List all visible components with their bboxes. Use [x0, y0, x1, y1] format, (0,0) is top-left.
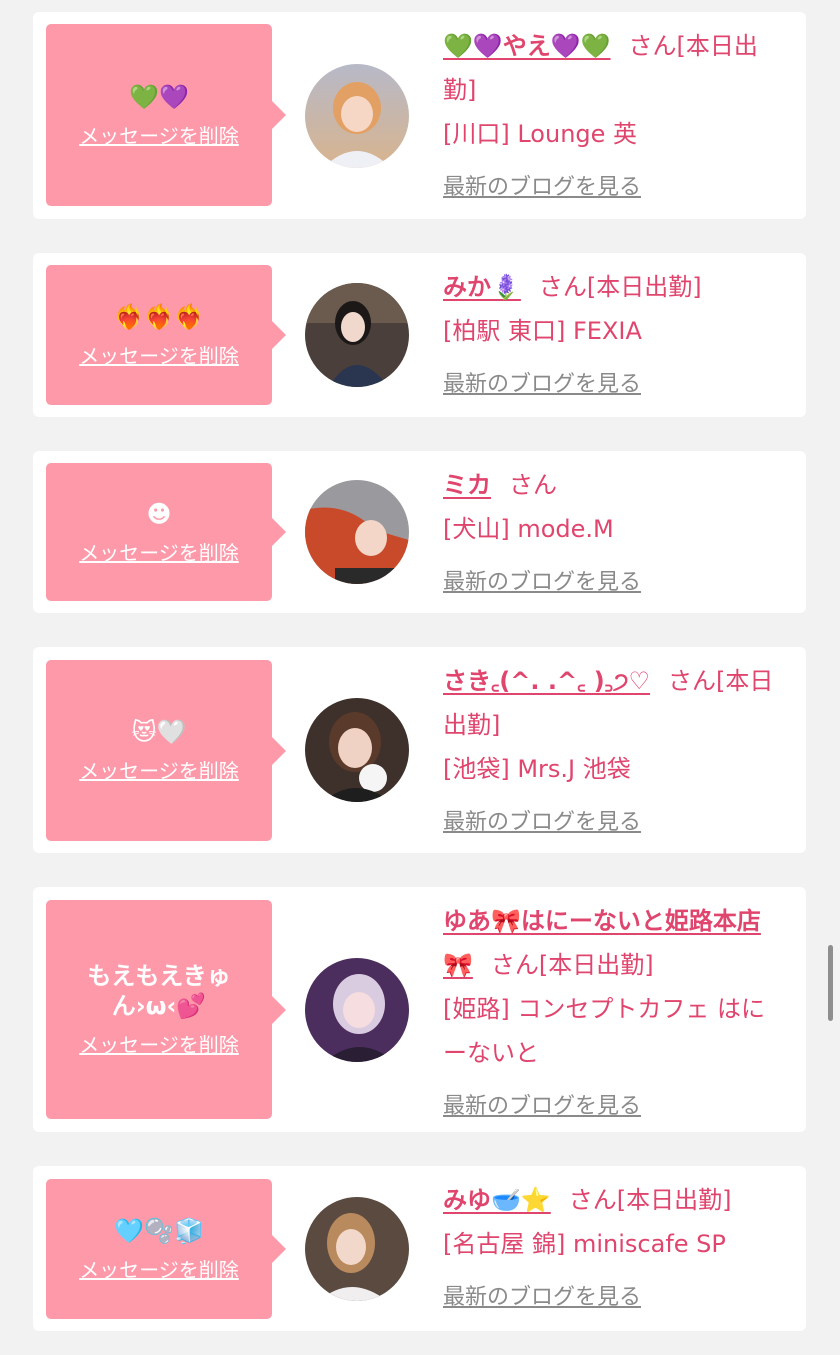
message-card: もえもえきゅん›ω‹💕 メッセージを削除 ゆあ🎀はにーないと姫路本店🎀 さん[本日…	[33, 887, 806, 1132]
avatar[interactable]	[305, 283, 409, 387]
message-text: 🩵🫧🧊	[114, 1216, 204, 1245]
message-bubble: もえもえきゅん›ω‹💕 メッセージを削除	[46, 900, 286, 1119]
message-text: もえもえきゅん›ω‹💕	[87, 962, 231, 1020]
name-line: さき꜀(^. .^꜀ )꜆੭♡ さん[本日出勤]	[443, 659, 788, 747]
avatar[interactable]	[305, 480, 409, 584]
scrollbar[interactable]	[828, 945, 833, 1021]
shop-name: [名古屋 錦] miniscafe SP	[443, 1230, 726, 1258]
info: ミカ さん [犬山] mode.M 最新のブログを見る	[443, 463, 788, 605]
latest-blog-link[interactable]: 最新のブログを見る	[443, 363, 641, 407]
message-text: ☻	[146, 499, 172, 528]
message-bubble: 💚💜 メッセージを削除	[46, 24, 286, 206]
name-line: ミカ さん	[443, 463, 788, 507]
name-line: みか🪻 さん[本日出勤]	[443, 265, 788, 309]
shop-name: [姫路] コンセプトカフェ はにーないと	[443, 995, 765, 1067]
info: さき꜀(^. .^꜀ )꜆੭♡ さん[本日出勤] [池袋] Mrs.J 池袋 最新…	[443, 659, 788, 845]
shop-name: [池袋] Mrs.J 池袋	[443, 755, 631, 783]
avatar[interactable]	[305, 1197, 409, 1301]
message-bubble: 😻🤍 メッセージを削除	[46, 660, 286, 841]
name-line: 💚💜やえ💜💚 さん[本日出勤]	[443, 24, 788, 112]
message-text: ❤️‍🔥❤️‍🔥❤️‍🔥	[114, 302, 204, 331]
message-bubble: ❤️‍🔥❤️‍🔥❤️‍🔥 メッセージを削除	[46, 265, 286, 405]
info: 💚💜やえ💜💚 さん[本日出勤] [川口] Lounge 英 最新のブログを見る	[443, 24, 788, 210]
delete-message-link[interactable]: メッセージを削除	[79, 1254, 239, 1283]
latest-blog-link[interactable]: 最新のブログを見る	[443, 1276, 641, 1320]
delete-message-link[interactable]: メッセージを削除	[79, 120, 239, 149]
girl-name-link[interactable]: みゆ🥣⭐️	[443, 1186, 551, 1214]
info: みか🪻 さん[本日出勤] [柏駅 東口] FEXIA 最新のブログを見る	[443, 265, 788, 407]
message-card: ❤️‍🔥❤️‍🔥❤️‍🔥 メッセージを削除 みか🪻 さん[本日出勤] [柏駅 東口…	[33, 253, 806, 417]
message-text: 💚💜	[129, 82, 189, 111]
delete-message-link[interactable]: メッセージを削除	[79, 755, 239, 784]
message-card: 🩵🫧🧊 メッセージを削除 みゆ🥣⭐️ さん[本日出勤] [名古屋 錦] minis…	[33, 1166, 806, 1331]
avatar[interactable]	[305, 698, 409, 802]
delete-message-link[interactable]: メッセージを削除	[79, 340, 239, 369]
girl-name-link[interactable]: 💚💜やえ💜💚	[443, 32, 611, 60]
name-suffix: さん[本日出勤]	[538, 273, 702, 301]
name-suffix: さん[本日出勤]	[490, 951, 654, 979]
name-suffix: さん[本日出勤]	[568, 1186, 732, 1214]
delete-message-link[interactable]: メッセージを削除	[79, 537, 239, 566]
message-card: 😻🤍 メッセージを削除 さき꜀(^. .^꜀ )꜆੭♡ さん[本日出勤] [池袋]…	[33, 647, 806, 853]
avatar[interactable]	[305, 958, 409, 1062]
name-line: ゆあ🎀はにーないと姫路本店🎀 さん[本日出勤]	[443, 899, 788, 987]
message-card: 💚💜 メッセージを削除 💚💜やえ💜💚 さん[本日出勤] [川口] Lounge 英…	[33, 12, 806, 219]
message-text: 😻🤍	[131, 718, 187, 746]
info: ゆあ🎀はにーないと姫路本店🎀 さん[本日出勤] [姫路] コンセプトカフェ はにー…	[443, 899, 788, 1129]
info: みゆ🥣⭐️ さん[本日出勤] [名古屋 錦] miniscafe SP 最新のブロ…	[443, 1178, 788, 1320]
girl-name-link[interactable]: さき꜀(^. .^꜀ )꜆੭♡	[443, 667, 650, 695]
shop-name: [柏駅 東口] FEXIA	[443, 317, 642, 345]
avatar[interactable]	[305, 64, 409, 168]
girl-name-link[interactable]: みか🪻	[443, 273, 521, 301]
name-suffix: さん	[509, 471, 557, 499]
latest-blog-link[interactable]: 最新のブログを見る	[443, 1085, 641, 1129]
latest-blog-link[interactable]: 最新のブログを見る	[443, 561, 641, 605]
girl-name-link[interactable]: ミカ	[443, 471, 491, 499]
shop-name: [川口] Lounge 英	[443, 120, 638, 148]
latest-blog-link[interactable]: 最新のブログを見る	[443, 801, 641, 845]
name-line: みゆ🥣⭐️ さん[本日出勤]	[443, 1178, 788, 1222]
delete-message-link[interactable]: メッセージを削除	[79, 1029, 239, 1058]
shop-name: [犬山] mode.M	[443, 515, 614, 543]
message-card: ☻ メッセージを削除 ミカ さん [犬山] mode.M 最新のブログを見る	[33, 451, 806, 613]
latest-blog-link[interactable]: 最新のブログを見る	[443, 166, 641, 210]
message-bubble: 🩵🫧🧊 メッセージを削除	[46, 1179, 286, 1319]
message-bubble: ☻ メッセージを削除	[46, 463, 286, 601]
